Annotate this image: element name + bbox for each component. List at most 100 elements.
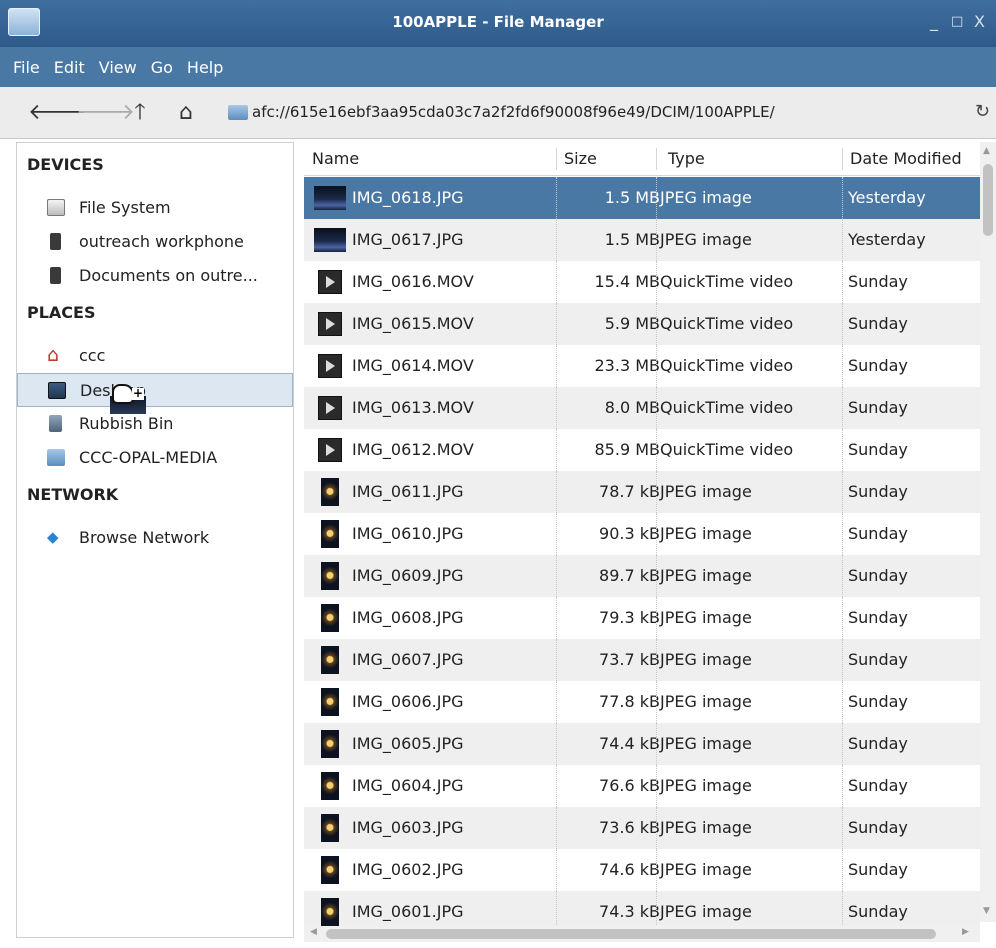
column-gridline [842,807,843,849]
column-gridline [656,681,657,723]
table-row[interactable]: IMG_0604.JPG 76.6 kB JPEG image Sunday [304,765,980,807]
column-gridline [842,681,843,723]
up-arrow-icon[interactable]: 🡑 [126,99,154,127]
column-gridline [842,765,843,807]
image-thumbnail-icon [321,646,339,674]
column-gridline [656,639,657,681]
scroll-up-icon[interactable]: ▲ [983,146,990,156]
image-thumbnail-icon [321,856,339,884]
column-gridline [842,429,843,471]
reload-icon[interactable]: ↻ [975,101,990,122]
sidebar-heading-devices: DEVICES [27,155,104,174]
table-row[interactable]: IMG_0610.JPG 90.3 kB JPEG image Sunday [304,513,980,555]
scroll-right-icon[interactable]: ▶ [962,927,969,937]
phone-icon [50,267,61,284]
location-path[interactable]: afc://615e16ebf3aa95cda03c7a2f2fd6f90008… [252,103,775,121]
column-header-name[interactable]: Name [312,149,359,168]
location-bar[interactable]: afc://615e16ebf3aa95cda03c7a2f2fd6f90008… [228,101,994,127]
back-arrow-icon[interactable]: 🡐 [28,99,87,127]
file-date-modified: Yesterday [848,188,926,207]
close-button[interactable]: X [974,12,985,31]
file-name: IMG_0607.JPG [352,650,464,669]
file-size: 79.3 kB [599,608,660,627]
column-gridline [842,471,843,513]
table-row[interactable]: IMG_0609.JPG 89.7 kB JPEG image Sunday [304,555,980,597]
file-type: JPEG image [660,734,752,753]
scroll-down-icon[interactable]: ▼ [983,906,990,916]
column-header-size[interactable]: Size [564,149,597,168]
table-row[interactable]: IMG_0602.JPG 74.6 kB JPEG image Sunday [304,849,980,891]
file-name: IMG_0611.JPG [352,482,464,501]
image-thumbnail-icon [321,604,339,632]
menu-view[interactable]: View [92,58,144,77]
file-type: QuickTime video [660,314,794,333]
column-gridline [656,219,657,261]
table-row[interactable]: IMG_0618.JPG 1.5 MB JPEG image Yesterday [304,177,980,219]
column-gridline [656,387,657,429]
table-row[interactable]: IMG_0617.JPG 1.5 MB JPEG image Yesterday [304,219,980,261]
sidebar-item-rubbish-bin[interactable]: Rubbish Bin [17,407,293,441]
column-gridline [556,471,557,513]
menu-edit[interactable]: Edit [47,58,92,77]
maximize-button[interactable]: □ [951,14,963,29]
table-row[interactable]: IMG_0605.JPG 74.4 kB JPEG image Sunday [304,723,980,765]
menu-go[interactable]: Go [144,58,180,77]
sidebar-item-browse-network[interactable]: ◆ Browse Network [17,521,293,555]
column-gridline [556,849,557,891]
table-row[interactable]: IMG_0608.JPG 79.3 kB JPEG image Sunday [304,597,980,639]
file-name: IMG_0608.JPG [352,608,464,627]
column-divider[interactable] [842,148,843,170]
menu-file[interactable]: File [6,58,47,77]
column-gridline [656,807,657,849]
forward-arrow-icon[interactable]: 🡒 [76,99,135,127]
file-type: QuickTime video [660,272,794,291]
minimize-button[interactable]: _ [930,12,938,31]
sidebar-item-outreach-workphone[interactable]: outreach workphone [17,225,293,259]
file-type: JPEG image [660,860,752,879]
column-divider[interactable] [656,148,657,170]
file-list[interactable]: Name Size Type Date Modified IMG_0618.JP… [304,142,996,938]
column-gridline [556,681,557,723]
table-row[interactable]: IMG_0611.JPG 78.7 kB JPEG image Sunday [304,471,980,513]
horizontal-scrollbar[interactable]: ◀ ▶ [304,926,980,942]
title-bar[interactable]: 100APPLE - File Manager _ □ X [0,0,996,47]
column-header-date-modified[interactable]: Date Modified [850,149,962,168]
scroll-left-icon[interactable]: ◀ [310,927,317,937]
table-row[interactable]: IMG_0606.JPG 77.8 kB JPEG image Sunday [304,681,980,723]
table-row[interactable]: IMG_0615.MOV 5.9 MB QuickTime video Sunday [304,303,980,345]
table-row[interactable]: IMG_0614.MOV 23.3 MB QuickTime video Sunday [304,345,980,387]
column-gridline [556,807,557,849]
column-divider[interactable] [556,148,557,170]
file-size: 8.0 MB [604,398,660,417]
column-gridline [842,387,843,429]
column-header-type[interactable]: Type [668,149,705,168]
sidebar-item-ccc-opal-media[interactable]: CCC-OPAL-MEDIA [17,441,293,475]
table-row[interactable]: IMG_0613.MOV 8.0 MB QuickTime video Sunday [304,387,980,429]
horizontal-scroll-thumb[interactable] [326,929,936,939]
image-thumbnail-icon [321,898,339,926]
sidebar-item-label: CCC-OPAL-MEDIA [79,448,218,467]
sidebar-item-label: outreach workphone [79,232,244,251]
file-size: 74.3 kB [599,902,660,921]
file-size: 1.5 MB [604,230,660,249]
vertical-scroll-thumb[interactable] [983,164,993,236]
home-icon[interactable]: ⌂ [172,99,200,127]
sidebar-item-ccc[interactable]: ⌂ ccc [17,339,293,373]
table-row[interactable]: IMG_0603.JPG 73.6 kB JPEG image Sunday [304,807,980,849]
file-size: 76.6 kB [599,776,660,795]
column-gridline [842,639,843,681]
video-thumbnail-icon [318,354,342,378]
table-row[interactable]: IMG_0607.JPG 73.7 kB JPEG image Sunday [304,639,980,681]
table-row[interactable]: IMG_0616.MOV 15.4 MB QuickTime video Sunday [304,261,980,303]
column-gridline [556,555,557,597]
sidebar-item-desktop[interactable]: Desktop [17,373,293,407]
menu-help[interactable]: Help [180,58,230,77]
sidebar-item-documents-on-outreach[interactable]: Documents on outre... [17,259,293,293]
column-gridline [556,345,557,387]
column-gridline [556,639,557,681]
column-gridline [842,723,843,765]
vertical-scrollbar[interactable]: ▲ ▼ [980,142,996,922]
sidebar-item-file-system[interactable]: File System [17,191,293,225]
sidebar-item-label: File System [79,198,171,217]
table-row[interactable]: IMG_0612.MOV 85.9 MB QuickTime video Sunday [304,429,980,471]
